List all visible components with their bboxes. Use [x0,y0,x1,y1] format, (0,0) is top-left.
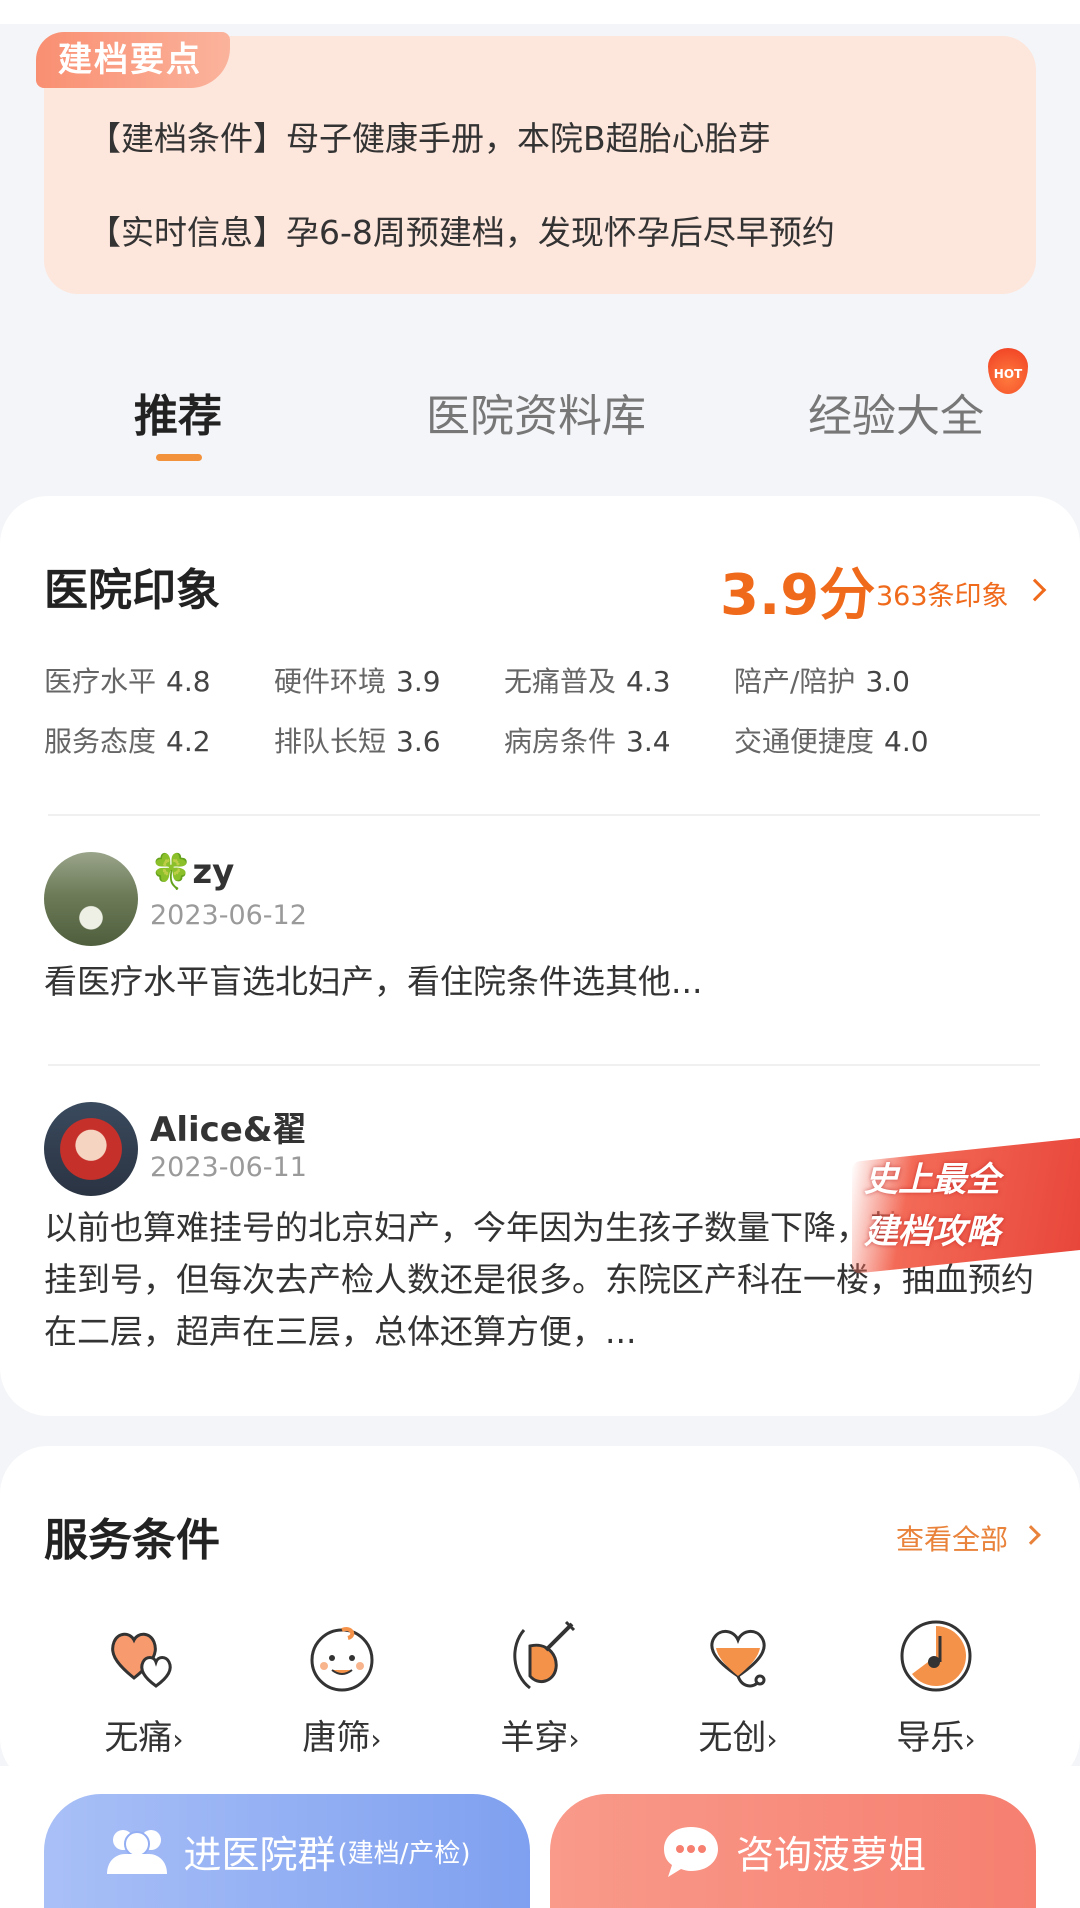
rating-service-attitude: 服务态度 4.2 [44,725,211,758]
content-tabs: 推荐 医院资料库 经验大全 HOT [0,348,1080,480]
status-strip [0,0,1080,24]
active-tab-indicator [156,454,202,461]
join-hospital-group-button[interactable]: 进医院群 (建档/产检) [44,1794,530,1908]
doula-icon [896,1616,976,1696]
bottom-action-bar: 进医院群 (建档/产检) 咨询菠萝姐 [0,1766,1080,1908]
tab-recommend[interactable]: 推荐 [134,380,222,444]
rating-ward: 病房条件 3.4 [504,725,671,758]
impression-count-label: 363条印象 [876,581,1009,612]
rating-painless: 无痛普及 4.3 [504,665,671,698]
tab-experience[interactable]: 经验大全 [808,380,984,444]
group-button-label: 进医院群 [183,1832,336,1877]
service-doula[interactable]: 导乐› [866,1616,1006,1759]
review-username: 🍀zy [150,852,235,892]
rating-accompany: 陪产/陪护 3.0 [734,665,910,698]
filing-guide-promo-text: 史上最全 建档攻略 [864,1160,1000,1252]
people-icon [103,1824,171,1878]
rating-transport: 交通便捷度 4.0 [734,725,929,758]
rating-medical-level: 医疗水平 4.8 [44,665,211,698]
consult-button-label: 咨询菠萝姐 [735,1832,926,1877]
avatar[interactable] [44,852,138,946]
impression-title: 医院印象 [44,565,220,616]
review-username: Alice&翟 [150,1110,307,1150]
view-all-label: 查看全部 [896,1523,1009,1556]
view-all-link[interactable]: 查看全部 [896,1518,1041,1558]
key-points-badge: 建档要点 [36,32,230,88]
heart-stethoscope-icon [698,1616,778,1696]
review-date: 2023-06-12 [150,900,307,931]
filing-key-points-card: 建档要点 【建档条件】母子健康手册，本院B超胎心胎芽 【实时信息】孕6-8周预建… [36,32,1036,294]
divider [48,1064,1040,1066]
tab-hospital-database[interactable]: 医院资料库 [426,380,646,444]
realtime-info-text: 【实时信息】孕6-8周预建档，发现怀孕后尽早预约 [88,213,835,252]
rating-queue: 排队长短 3.6 [274,725,441,758]
service-title: 服务条件 [44,1515,220,1566]
impression-score: 3.9分 [720,563,876,628]
hospital-impression-card: 医院印象 3.9分 363条印象 医疗水平 4.8 硬件环境 3.9 无痛普及 4.3… [0,496,1080,1416]
service-amniocentesis[interactable]: 羊穿› [470,1616,610,1759]
chevron-right-icon [1023,578,1046,602]
rating-hardware: 硬件环境 3.9 [274,665,441,698]
review-text[interactable]: 看医疗水平盲选北妇产，看住院条件选其他... [44,956,1034,1008]
service-down-screening[interactable]: 唐筛› [272,1616,412,1759]
group-button-sublabel: (建档/产检) [337,1838,471,1869]
review-date: 2023-06-11 [150,1152,307,1183]
avatar[interactable] [44,1102,138,1196]
chevron-right-icon [1021,1525,1041,1545]
hearts-icon [104,1616,184,1696]
baby-face-icon [302,1616,382,1696]
service-painless[interactable]: 无痛› [74,1616,214,1759]
service-nipt[interactable]: 无创› [668,1616,808,1759]
amniocentesis-icon [500,1616,580,1696]
filing-condition-text: 【建档条件】母子健康手册，本院B超胎心胎芽 [88,119,771,158]
divider [48,814,1040,816]
chat-bubble-icon [660,1823,722,1879]
service-conditions-card: 服务条件 查看全部 无痛› 唐筛› 羊穿› 无创› 导乐› [0,1446,1080,1786]
hot-flame-icon: HOT [988,348,1028,394]
impression-count-link[interactable]: 363条印象 [876,574,1046,613]
consult-button[interactable]: 咨询菠萝姐 [550,1794,1036,1908]
